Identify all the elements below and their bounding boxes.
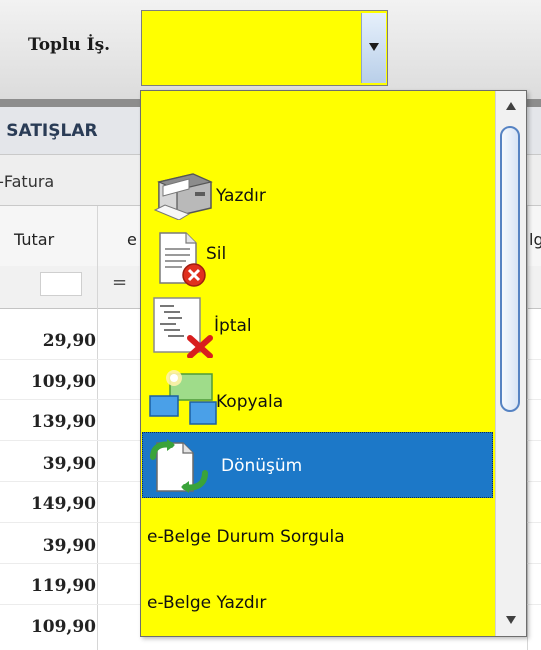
filter-input-tutar[interactable]	[40, 272, 82, 296]
menu-item-label: Yazdır	[216, 186, 266, 206]
menu-item-label: Kopyala	[216, 392, 284, 412]
column-header-tutar[interactable]: Tutar	[14, 230, 54, 249]
dropdown-scrollbar[interactable]	[495, 91, 526, 636]
menu-item-ebelge-yazdir[interactable]: e-Belge Yazdır	[142, 573, 493, 635]
combobox-dropdown-button[interactable]	[361, 13, 386, 83]
printer-icon	[153, 173, 213, 220]
tutar-cell: 39,90	[42, 536, 96, 556]
tutar-cell: 29,90	[42, 331, 96, 351]
arrow-up-icon	[506, 102, 516, 110]
column-divider	[97, 206, 98, 650]
menu-item-yazdir[interactable]: Yazdır	[142, 162, 493, 228]
menu-item-donusum[interactable]: Dönüşüm	[142, 432, 493, 498]
menu-item-sil[interactable]: Sil	[142, 228, 493, 290]
menu-item-label: Dönüşüm	[221, 456, 303, 476]
tutar-cell: 39,90	[42, 454, 96, 474]
filter-operator[interactable]: =	[112, 272, 127, 293]
bulk-action-combobox[interactable]	[141, 10, 388, 86]
tutar-cell: 139,90	[30, 412, 96, 432]
delete-document-icon	[159, 232, 206, 287]
scroll-down-button[interactable]	[498, 606, 524, 634]
menu-item-label: e-Belge Yazdır	[147, 593, 267, 613]
menu-item-kopyala[interactable]: Kopyala	[142, 364, 493, 430]
tutar-cell: 109,90	[30, 372, 96, 392]
copy-icon	[149, 370, 217, 425]
menu-item-ebelge-durum-sorgula[interactable]: e-Belge Durum Sorgula	[142, 503, 493, 573]
tutar-cell: 119,90	[30, 576, 96, 596]
scroll-up-button[interactable]	[498, 93, 524, 121]
menu-item-label: e-Belge Durum Sorgula	[147, 527, 345, 547]
column-header-third[interactable]: lg	[529, 230, 541, 249]
column-divider	[527, 206, 528, 650]
grid-title: I SATIŞLAR	[0, 121, 98, 141]
tutar-cell: 149,90	[30, 494, 96, 514]
cancel-list-icon	[153, 297, 213, 358]
tab-e-fatura[interactable]: E-Fatura	[0, 172, 54, 191]
bulk-action-label: Toplu İş.	[28, 35, 111, 55]
convert-icon	[150, 439, 208, 493]
menu-item-iptal[interactable]: İptal	[142, 290, 493, 364]
column-header-second[interactable]: e	[127, 230, 137, 249]
scroll-thumb[interactable]	[500, 126, 520, 412]
arrow-down-icon	[506, 616, 516, 624]
chevron-down-icon	[369, 43, 379, 51]
menu-item-label: İptal	[214, 316, 252, 336]
menu-item-label: Sil	[206, 244, 227, 264]
tutar-cell: 109,90	[30, 617, 96, 637]
